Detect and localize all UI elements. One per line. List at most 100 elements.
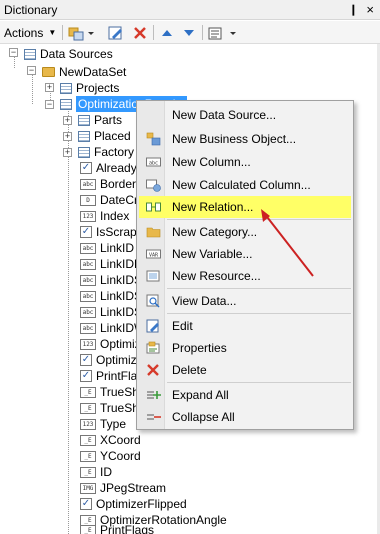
- menu-item-label: New Business Object...: [172, 132, 297, 146]
- field-label: XCoord: [100, 433, 141, 447]
- chevron-down-icon: ▼: [48, 28, 57, 37]
- new-item-button[interactable]: [68, 24, 94, 41]
- settings-button[interactable]: [208, 24, 238, 41]
- field-label: PrintFla: [96, 369, 138, 383]
- menu-item-new-category[interactable]: New Category...: [139, 221, 351, 243]
- string-field-icon: abc: [80, 306, 96, 318]
- menu-item-collapse-all[interactable]: Collapse All: [139, 406, 351, 428]
- menu-item-label: New Category...: [172, 225, 258, 239]
- data-sources-icon: [24, 48, 36, 60]
- menu-item-label: Delete: [172, 363, 207, 377]
- delete-button[interactable]: [132, 24, 148, 41]
- menu-item-label: Properties: [172, 341, 227, 355]
- move-up-button[interactable]: [160, 24, 174, 41]
- field-label: OptimizerFlipped: [96, 497, 187, 511]
- tree-node-label: Parts: [94, 113, 123, 127]
- view-data-icon: [146, 294, 160, 308]
- tree-node-data-sources[interactable]: Data Sources: [24, 45, 113, 63]
- tree-node-label: NewDataSet: [59, 65, 127, 79]
- field-label: PrintFlags: [100, 525, 155, 534]
- string-field-icon: abc: [80, 258, 96, 270]
- relation-icon: [78, 146, 90, 158]
- new-item-icon: [68, 27, 94, 40]
- field-label: Optimiz: [96, 353, 137, 367]
- menu-item-label: New Calculated Column...: [172, 178, 311, 192]
- date-field-icon: D: [80, 194, 96, 206]
- edit-icon: [108, 26, 122, 39]
- collapse-toggle[interactable]: −: [27, 66, 36, 75]
- number-field-icon: 123: [80, 418, 96, 430]
- menu-item-view-data[interactable]: View Data...: [139, 290, 351, 312]
- tree-node-label: Factory: [94, 145, 135, 159]
- string-field-icon: abc: [80, 290, 96, 302]
- collapse-toggle[interactable]: −: [9, 48, 18, 57]
- expand-toggle[interactable]: +: [63, 148, 72, 157]
- menu-item-new-business-object[interactable]: New Business Object...: [139, 128, 351, 150]
- menu-item-label: New Relation...: [172, 200, 254, 214]
- menu-item-label: View Data...: [172, 294, 237, 308]
- string-field-icon: abc: [80, 322, 96, 334]
- menu-item-new-relation[interactable]: New Relation...: [139, 196, 351, 218]
- resource-icon: [146, 270, 160, 282]
- delete-icon: [134, 26, 146, 39]
- menu-item-delete[interactable]: Delete: [139, 359, 351, 381]
- field-label: Index: [100, 209, 130, 223]
- expression-field-icon: _E: [80, 386, 96, 398]
- menu-item-properties[interactable]: Properties: [139, 337, 351, 359]
- expression-field-icon: _E: [80, 434, 96, 446]
- expand-toggle[interactable]: +: [45, 83, 54, 92]
- menu-item-new-column[interactable]: abc New Column...: [139, 151, 351, 173]
- field-label: DateCr: [100, 193, 139, 207]
- business-object-icon: [146, 132, 161, 146]
- string-field-icon: abc: [80, 274, 96, 286]
- menu-item-label: Edit: [172, 319, 193, 333]
- menu-separator: [167, 382, 351, 383]
- move-down-button[interactable]: [182, 24, 196, 41]
- check-icon: ✓: [80, 226, 92, 238]
- menu-item-new-calculated-column[interactable]: New Calculated Column...: [139, 174, 351, 196]
- menu-separator: [167, 219, 351, 220]
- table-icon: [60, 82, 72, 94]
- menu-item-new-resource[interactable]: New Resource...: [139, 265, 351, 287]
- expression-field-icon: _E: [80, 402, 96, 414]
- check-icon: ✓: [80, 354, 92, 366]
- relation-icon: [78, 114, 90, 126]
- toolbar-separator: [153, 25, 154, 40]
- collapse-toggle[interactable]: −: [45, 100, 54, 109]
- tree-field[interactable]: _E PrintFlags: [80, 525, 154, 534]
- field-label: TrueSh: [100, 385, 139, 399]
- expression-field-icon: _E: [80, 466, 96, 478]
- properties-icon: [146, 341, 160, 354]
- pin-icon[interactable]: ❙: [349, 3, 358, 16]
- field-label: Optimiz: [100, 337, 141, 351]
- expand-all-icon: [147, 391, 161, 399]
- expression-field-icon: _E: [80, 514, 96, 526]
- dictionary-toolbar: Actions ▼: [0, 21, 380, 44]
- panel-title: Dictionary: [4, 3, 58, 17]
- field-label: Type: [100, 417, 127, 431]
- field-label: JPegStream: [100, 481, 167, 495]
- check-icon: ✓: [80, 498, 92, 510]
- expand-toggle[interactable]: +: [63, 116, 72, 125]
- check-icon: ✓: [80, 370, 92, 382]
- close-icon[interactable]: ×: [366, 2, 374, 17]
- actions-dropdown[interactable]: Actions ▼: [4, 24, 56, 41]
- relation-icon: [146, 202, 161, 212]
- menu-item-new-data-source[interactable]: New Data Source...: [139, 104, 351, 126]
- field-label: LinkID: [100, 241, 135, 255]
- string-field-icon: abc: [80, 178, 96, 190]
- menu-item-label: New Data Source...: [172, 108, 277, 122]
- expression-field-icon: _E: [80, 525, 96, 534]
- tree-guide-line: [68, 108, 69, 534]
- menu-item-label: New Resource...: [172, 269, 261, 283]
- expand-toggle[interactable]: +: [63, 132, 72, 141]
- edit-button[interactable]: [108, 24, 124, 41]
- arrow-down-icon: [184, 29, 194, 36]
- menu-item-expand-all[interactable]: Expand All: [139, 384, 351, 406]
- edit-icon: [146, 319, 159, 333]
- menu-item-new-variable[interactable]: VAR New Variable...: [139, 243, 351, 265]
- collapse-all-icon: [147, 414, 161, 420]
- number-field-icon: 123: [80, 338, 96, 350]
- dictionary-titlebar: Dictionary ❙ ×: [0, 0, 380, 20]
- menu-item-edit[interactable]: Edit: [139, 315, 351, 337]
